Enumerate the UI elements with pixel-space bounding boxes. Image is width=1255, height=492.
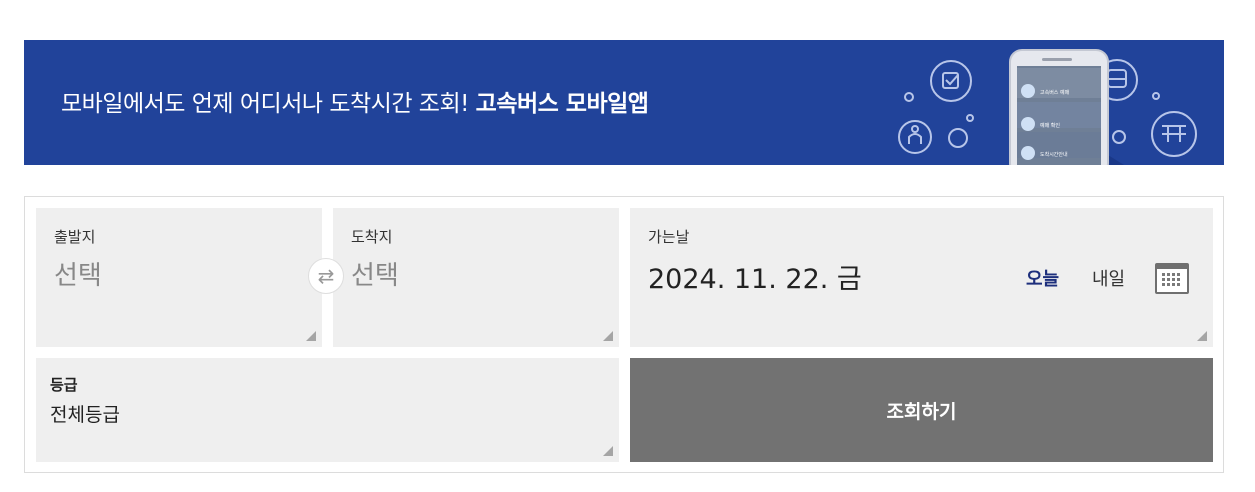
- corner-indicator-icon: [603, 446, 613, 456]
- banner-illustration: 고속버스 예매 예매 확인 도착시간안내: [898, 49, 1197, 165]
- corner-indicator-icon: [1197, 331, 1207, 341]
- grade-value: 전체등급: [50, 404, 120, 426]
- phone-menu-2: 예매 확인: [1040, 122, 1060, 129]
- app-promo-banner[interactable]: 모바일에서도 언제 어디서나 도착시간 조회! 고속버스 모바일앱 고속버스 예…: [24, 40, 1224, 165]
- calendar-icon[interactable]: [1155, 263, 1189, 294]
- phone-menu-3: 도착시간안내: [1040, 151, 1068, 158]
- grade-label: 등급: [50, 376, 78, 394]
- arrival-value: 선택: [351, 261, 399, 291]
- tomorrow-button[interactable]: 내일: [1092, 265, 1125, 291]
- corner-indicator-icon: [603, 331, 613, 341]
- departure-selector[interactable]: 출발지 선택: [36, 208, 322, 347]
- swap-stations-icon[interactable]: ⇄: [308, 258, 344, 294]
- banner-text-bold: 고속버스 모바일앱: [475, 91, 649, 117]
- search-submit-button[interactable]: 조회하기: [630, 358, 1213, 462]
- phone-menu-1: 고속버스 예매: [1040, 89, 1070, 96]
- check-circle-icon: [930, 60, 972, 102]
- date-selector[interactable]: 가는날 2024. 11. 22. 금 오늘 내일: [630, 208, 1213, 347]
- date-value: 2024. 11. 22. 금: [648, 264, 862, 295]
- corner-indicator-icon: [306, 331, 316, 341]
- grade-selector[interactable]: 등급 전체등급: [36, 358, 619, 462]
- bus-search-form: 출발지 선택 ⇄ 도착지 선택 가는날 2024. 11. 22. 금 오늘 내…: [24, 196, 1224, 473]
- banner-headline: 모바일에서도 언제 어디서나 도착시간 조회! 고속버스 모바일앱: [61, 84, 649, 118]
- departure-value: 선택: [54, 261, 102, 291]
- banner-text-normal: 모바일에서도 언제 어디서나 도착시간 조회!: [61, 91, 476, 117]
- arrival-label: 도착지: [351, 228, 393, 246]
- departure-label: 출발지: [54, 228, 96, 246]
- arrival-selector[interactable]: 도착지 선택: [333, 208, 619, 347]
- today-button[interactable]: 오늘: [1026, 265, 1059, 291]
- date-label: 가는날: [648, 228, 690, 246]
